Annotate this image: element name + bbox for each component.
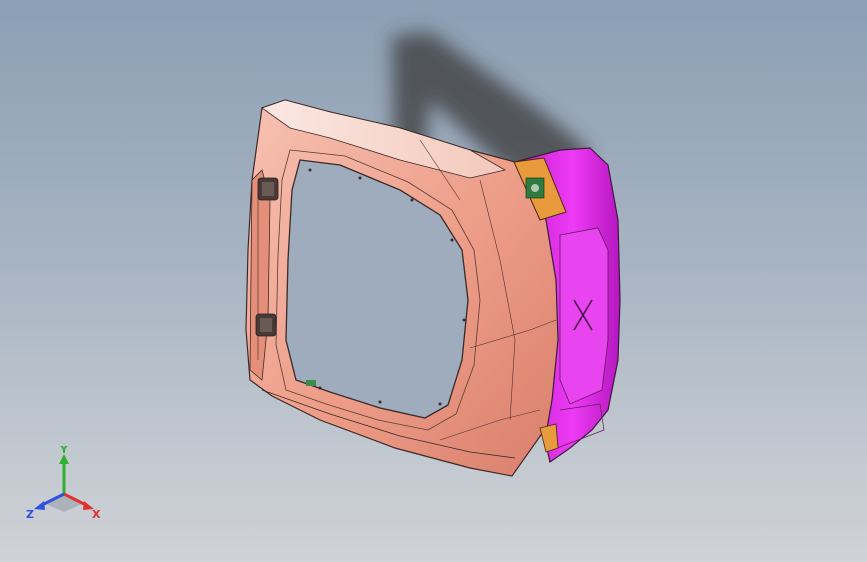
z-axis-arrow <box>34 501 45 510</box>
triad-plane <box>46 494 82 512</box>
x-axis-label: X <box>92 508 101 521</box>
cad-graphics-viewport[interactable]: Y X Z <box>0 0 867 562</box>
orientation-triad[interactable]: Y X Z <box>24 446 104 526</box>
y-axis-label: Y <box>59 446 69 456</box>
z-axis-label: Z <box>26 508 34 521</box>
3d-model-view[interactable] <box>0 0 867 562</box>
lower-hinge[interactable] <box>255 313 277 337</box>
upper-hinge[interactable] <box>257 177 279 201</box>
